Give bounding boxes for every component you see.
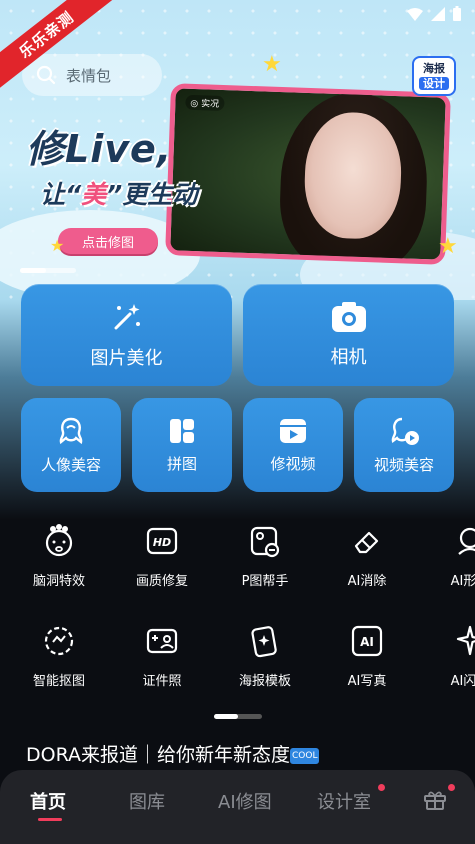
tool-brain-effect[interactable]: 脑洞特效 (9, 524, 109, 589)
poster-template-icon (251, 626, 277, 658)
photo-beautify-card[interactable]: 图片美化 (21, 284, 232, 386)
tool-label: 证件照 (142, 674, 182, 689)
tool-label: AI形象 (450, 574, 475, 589)
photo-beautify-label: 图片美化 (90, 348, 163, 369)
cool-badge: COOL (290, 747, 320, 764)
banner-pager (20, 268, 76, 273)
hd-icon: HD (146, 527, 178, 555)
eraser-icon (354, 531, 379, 554)
banner-cta-button[interactable]: 点击修图 (58, 228, 158, 254)
tool-label: 画质修复 (135, 574, 188, 589)
tool-id-photo[interactable]: 证件照 (112, 624, 212, 689)
tool-smart-cutout[interactable]: 智能抠图 (9, 624, 109, 689)
tools-page-indicator (214, 714, 262, 719)
portrait-beauty-card[interactable]: 人像美容 (21, 398, 121, 492)
collage-card[interactable]: 拼图 (132, 398, 232, 492)
nav-ai-retouch[interactable]: AI修图 (218, 788, 272, 814)
tool-ai-portrait[interactable]: AI AI写真 (317, 624, 417, 689)
banner-headline: 修Live, 让“美”更生动 (26, 118, 197, 211)
banner-headline-line2: 让“美”更生动 (40, 180, 198, 209)
nav-gallery[interactable]: 图库 (129, 788, 165, 814)
camera-card[interactable]: 相机 (243, 284, 454, 386)
camera-icon (331, 302, 366, 332)
banner-headline-line1: 修Live, (26, 127, 173, 171)
banner-photo: ◎ 实况 (165, 83, 451, 265)
tool-label: 脑洞特效 (32, 574, 85, 589)
collage-label: 拼图 (166, 454, 197, 473)
tool-hd-repair[interactable]: HD 画质修复 (112, 524, 212, 589)
video-beauty-label: 视频美容 (373, 455, 434, 474)
svg-text:AI: AI (360, 635, 374, 649)
tool-ai-avatar[interactable]: AI形象 (420, 524, 475, 589)
video-edit-card[interactable]: 修视频 (243, 398, 343, 492)
ai-flash-icon (456, 625, 475, 656)
design-room-red-dot (378, 784, 385, 791)
svg-text:HD: HD (153, 536, 171, 549)
video-beauty-icon (391, 417, 419, 445)
nav-design-room[interactable]: 设计室 (317, 788, 371, 814)
hero-banner[interactable]: 修Live, 让“美”更生动 点击修图 ◎ 实况 海报 设计 ★ ★ ★ (0, 0, 475, 300)
signal-icon (431, 6, 445, 21)
nav-ai-retouch-label: AI修图 (218, 792, 272, 813)
active-underline (38, 818, 62, 821)
tool-label: AI写真 (347, 674, 387, 689)
live-tag: ◎ 实况 (185, 94, 225, 112)
tool-ai-erase[interactable]: AI消除 (317, 524, 417, 589)
portrait-icon (59, 417, 83, 444)
tool-ai-flash[interactable]: AI闪光 (420, 624, 475, 689)
wifi-icon (407, 7, 423, 21)
search-placeholder: 表情包 (66, 66, 112, 85)
tool-photo-helper[interactable]: P图帮手 (215, 524, 315, 589)
video-edit-label: 修视频 (270, 454, 316, 473)
tool-label: 海报模板 (238, 674, 291, 689)
smart-cutout-icon (44, 626, 74, 656)
status-bar (407, 6, 461, 21)
video-beauty-card[interactable]: 视频美容 (354, 398, 454, 492)
collage-icon (170, 418, 194, 443)
tool-label: AI消除 (347, 574, 387, 589)
magic-wand-icon (114, 304, 140, 330)
camera-label: 相机 (330, 347, 367, 368)
gift-icon (424, 791, 446, 810)
id-photo-icon (146, 628, 178, 654)
nav-home[interactable]: 首页 (30, 788, 66, 821)
brain-effect-icon (45, 524, 73, 557)
gift-red-dot (448, 784, 455, 791)
tool-poster-template[interactable]: 海报模板 (215, 624, 315, 689)
news-headline[interactable]: DORA来报道｜给你新年新态度 COOL (26, 740, 320, 767)
video-edit-icon (280, 418, 306, 443)
star-icon: ★ (438, 234, 458, 259)
poster-design-badge[interactable]: 海报 设计 (412, 56, 456, 96)
news-text: DORA来报道｜给你新年新态度 (26, 744, 291, 766)
search-icon (36, 65, 56, 85)
nav-design-room-label: 设计室 (317, 792, 371, 813)
ai-portrait-icon: AI (351, 625, 383, 657)
search-bar[interactable]: 表情包 (22, 54, 162, 96)
tool-label: AI闪光 (450, 674, 475, 689)
ai-avatar-icon (458, 527, 475, 555)
portrait-beauty-label: 人像美容 (40, 455, 101, 474)
bottom-navigation: 首页 图库 AI修图 设计室 (0, 770, 475, 844)
tool-label: 智能抠图 (32, 674, 85, 689)
nav-gallery-label: 图库 (129, 792, 165, 813)
photo-helper-icon (250, 526, 280, 558)
star-icon: ★ (50, 236, 65, 255)
star-icon: ★ (262, 52, 282, 77)
battery-icon (453, 6, 461, 21)
nav-home-label: 首页 (30, 792, 66, 813)
nav-gift[interactable] (424, 790, 446, 815)
tool-label: P图帮手 (241, 574, 289, 589)
